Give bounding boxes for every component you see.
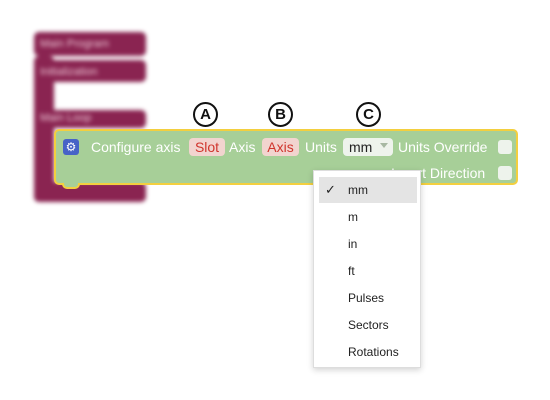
units-override-label: Units Override	[398, 139, 488, 155]
chevron-down-icon	[380, 143, 388, 148]
units-dropdown-value: mm	[349, 139, 373, 155]
menu-item-ft[interactable]: ft	[319, 258, 417, 284]
menu-item-sectors[interactable]: Sectors	[319, 312, 417, 338]
marker-b: B	[268, 102, 293, 127]
marker-c: C	[356, 102, 381, 127]
marker-a: A	[193, 102, 218, 127]
units-override-checkbox[interactable]	[498, 140, 512, 154]
menu-item-pulses[interactable]: Pulses	[319, 285, 417, 311]
menu-item-rotations[interactable]: Rotations	[319, 339, 417, 365]
checkmark-icon: ✓	[325, 182, 336, 197]
units-dropdown[interactable]: mm	[343, 138, 393, 156]
initialization-label: Initialization	[40, 66, 98, 78]
units-label: Units	[305, 139, 337, 155]
gear-icon[interactable]: ⚙	[63, 139, 79, 155]
menu-item-mm[interactable]: ✓ mm	[319, 177, 417, 203]
block-connector	[62, 183, 80, 189]
axis-field[interactable]: Axis	[262, 138, 299, 156]
menu-item-in[interactable]: in	[319, 231, 417, 257]
slot-field[interactable]: Slot	[189, 138, 225, 156]
units-dropdown-menu: ✓ mm m in ft Pulses Sectors Rotations	[313, 170, 421, 368]
main-program-label: Main Program	[40, 38, 110, 50]
main-loop-label: Main Loop	[40, 112, 92, 124]
configure-axis-label: Configure axis	[91, 139, 181, 155]
invert-direction-checkbox[interactable]	[498, 166, 512, 180]
menu-item-m[interactable]: m	[319, 204, 417, 230]
axis-label: Axis	[229, 139, 256, 155]
